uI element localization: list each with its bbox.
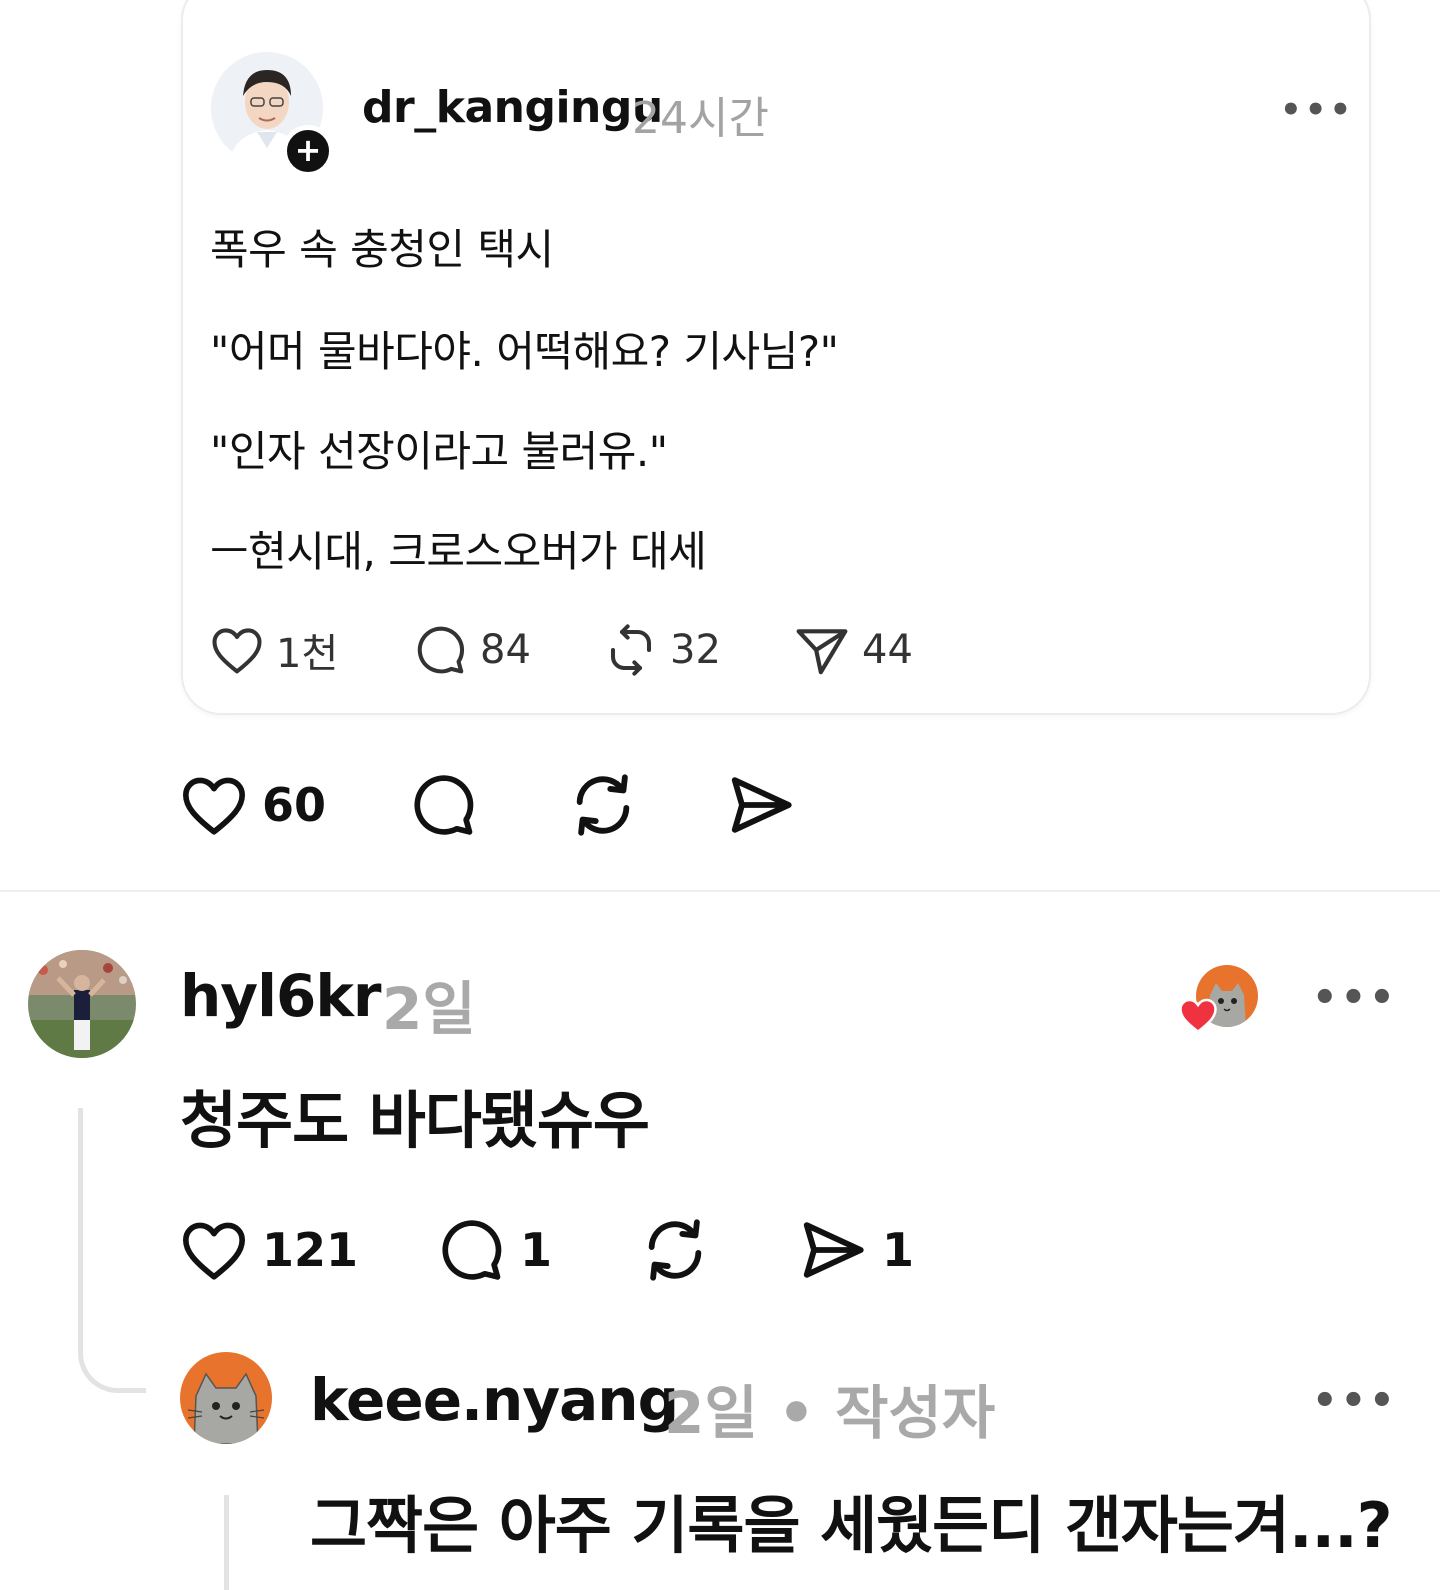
- reply-repost-button[interactable]: [640, 1215, 724, 1285]
- share-icon: [796, 629, 848, 675]
- reply-text: 그짝은 아주 기록을 세웠든디 갠자는겨...?: [310, 1489, 1393, 1562]
- reply-time: 2일: [382, 975, 476, 1043]
- reply-username[interactable]: keee.nyang: [310, 1366, 679, 1434]
- reply-like-button[interactable]: 121: [180, 1215, 358, 1285]
- repost-count: 32: [670, 627, 721, 673]
- share-icon: [731, 777, 792, 833]
- reply-comment-button[interactable]: 1: [438, 1215, 552, 1285]
- more-icon[interactable]: •••: [1312, 975, 1398, 1021]
- reply-text: 청주도 바다됐슈우: [180, 1084, 650, 1157]
- quoted-comment-button[interactable]: 84: [414, 622, 531, 678]
- heart-icon: [212, 628, 262, 674]
- liked-heart-icon: [1179, 998, 1217, 1034]
- reply-meta: 2일 • 작성자: [664, 1379, 996, 1447]
- quoted-post-line: 폭우 속 충청인 택시: [210, 225, 554, 274]
- quoted-post-line: "인자 선장이라고 불러유.": [210, 427, 668, 476]
- comment-button[interactable]: [410, 770, 492, 840]
- quoted-post-time: 24시간: [632, 93, 769, 144]
- repost-button[interactable]: [568, 770, 652, 840]
- comment-count: 84: [480, 627, 531, 673]
- avatar[interactable]: [180, 1352, 272, 1444]
- heart-icon: [183, 1222, 245, 1280]
- quoted-post-more-icon[interactable]: •••: [1280, 90, 1354, 130]
- repost-icon: [648, 1219, 702, 1281]
- like-count: 60: [262, 778, 327, 832]
- divider: [0, 890, 1440, 892]
- avatar[interactable]: [28, 950, 136, 1058]
- quoted-post-username[interactable]: dr_kangingu: [362, 82, 663, 133]
- like-count: 1천: [276, 631, 339, 677]
- quoted-post-line: ㅡ현시대, 크로스오버가 대세: [210, 527, 707, 576]
- heart-icon: [183, 777, 245, 835]
- comment-count: 1: [520, 1223, 553, 1277]
- quoted-like-button[interactable]: 1천: [210, 622, 338, 678]
- share-count: 1: [882, 1223, 915, 1277]
- reply-share-button[interactable]: 1: [798, 1215, 914, 1285]
- reply-username[interactable]: hyl6kr: [180, 962, 382, 1030]
- quoted-share-button[interactable]: 44: [794, 622, 913, 678]
- share-button[interactable]: [726, 770, 810, 840]
- follow-plus-icon[interactable]: +: [282, 125, 334, 177]
- like-button[interactable]: 60: [180, 770, 326, 840]
- comment-icon: [442, 1220, 502, 1280]
- quoted-post-line: "어머 물바다야. 어떡해요? 기사님?": [210, 327, 839, 376]
- thread-connector: [224, 1495, 229, 1590]
- repost-icon: [610, 624, 652, 676]
- comment-icon: [414, 775, 474, 835]
- share-icon: [803, 1222, 864, 1278]
- comment-icon: [417, 626, 465, 674]
- repost-icon: [576, 774, 630, 836]
- like-count: 121: [262, 1223, 359, 1277]
- share-count: 44: [862, 627, 913, 673]
- thread-connector: [78, 1108, 146, 1393]
- more-icon[interactable]: •••: [1312, 1378, 1398, 1424]
- quoted-repost-button[interactable]: 32: [604, 622, 721, 678]
